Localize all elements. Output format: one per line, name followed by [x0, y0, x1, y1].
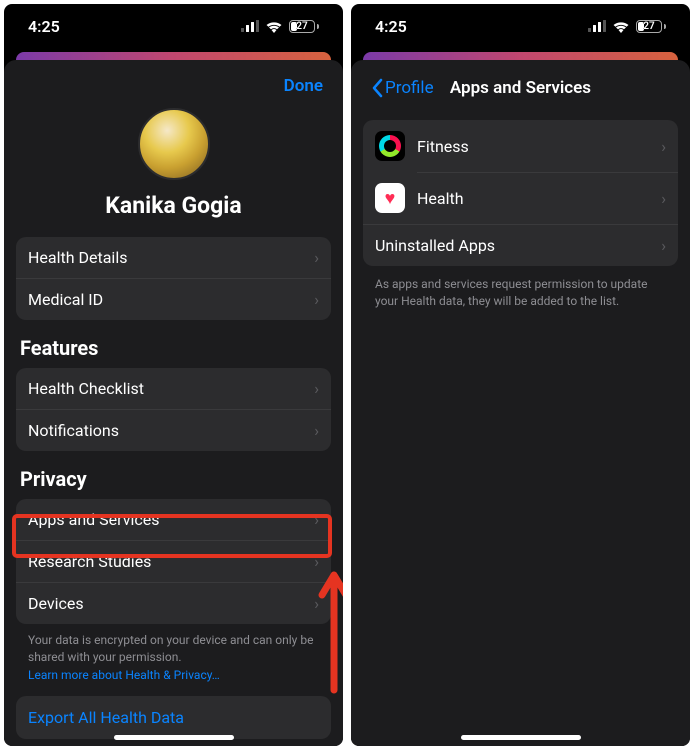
wifi-icon	[612, 20, 630, 33]
fitness-row[interactable]: Fitness ›	[363, 120, 678, 172]
chevron-right-icon: ›	[314, 552, 319, 571]
cellular-icon	[588, 20, 606, 32]
privacy-group: Apps and Services › Research Studies › D…	[16, 499, 331, 624]
health-app-icon: ♥	[375, 183, 405, 213]
apps-services-sheet: Profile Apps and Services Fitness › ♥ He…	[351, 60, 690, 746]
back-button[interactable]: Profile	[371, 78, 434, 98]
wifi-icon	[265, 20, 283, 33]
row-label: Research Studies	[28, 552, 314, 571]
export-health-data-row[interactable]: Export All Health Data	[16, 696, 331, 739]
privacy-learn-more-link[interactable]: Learn more about Health & Privacy…	[16, 668, 331, 696]
home-indicator[interactable]	[114, 735, 234, 740]
row-label: Health Checklist	[28, 379, 314, 398]
apps-footer-text: As apps and services request permission …	[363, 266, 678, 312]
profile-sheet: Done Kanika Gogia Health Details › Medic…	[4, 60, 343, 746]
user-name: Kanika Gogia	[16, 192, 331, 237]
medical-id-row[interactable]: Medical ID ›	[16, 278, 331, 320]
background-accent	[16, 52, 331, 60]
battery-icon: 27	[289, 20, 319, 33]
research-studies-row[interactable]: Research Studies ›	[16, 540, 331, 582]
profile-info-group: Health Details › Medical ID ›	[16, 237, 331, 320]
done-button[interactable]: Done	[284, 76, 323, 96]
health-row[interactable]: ♥ Health ›	[363, 172, 678, 224]
status-bar: 4:25 27	[4, 4, 343, 48]
privacy-header: Privacy	[16, 451, 331, 499]
status-icons: 27	[241, 20, 319, 33]
apps-list-group: Fitness › ♥ Health › Uninstalled Apps ›	[363, 120, 678, 266]
background-accent	[363, 52, 678, 60]
chevron-right-icon: ›	[314, 379, 319, 398]
phone-left: 4:25 27 Done Kanika Gogia	[4, 4, 343, 746]
row-label: Medical ID	[28, 290, 314, 309]
status-bar: 4:25 27	[351, 4, 690, 48]
features-group: Health Checklist › Notifications ›	[16, 368, 331, 451]
row-label: Fitness	[417, 137, 661, 156]
chevron-right-icon: ›	[661, 189, 666, 208]
row-label: Apps and Services	[28, 510, 314, 529]
row-label: Uninstalled Apps	[375, 236, 661, 255]
fitness-app-icon	[375, 131, 405, 161]
row-label: Export All Health Data	[28, 708, 184, 727]
battery-icon: 27	[636, 20, 666, 33]
chevron-right-icon: ›	[314, 290, 319, 309]
chevron-left-icon	[371, 78, 383, 98]
chevron-right-icon: ›	[314, 594, 319, 613]
chevron-right-icon: ›	[661, 137, 666, 156]
status-time: 4:25	[375, 17, 407, 36]
notifications-row[interactable]: Notifications ›	[16, 409, 331, 451]
heart-icon: ♥	[385, 188, 396, 209]
health-details-row[interactable]: Health Details ›	[16, 237, 331, 278]
apps-and-services-row[interactable]: Apps and Services ›	[16, 499, 331, 540]
chevron-right-icon: ›	[314, 510, 319, 529]
nav-bar: Profile Apps and Services	[363, 68, 678, 110]
status-icons: 27	[588, 20, 666, 33]
row-label: Devices	[28, 594, 314, 613]
chevron-right-icon: ›	[314, 421, 319, 440]
health-checklist-row[interactable]: Health Checklist ›	[16, 368, 331, 409]
privacy-footer-text: Your data is encrypted on your device an…	[16, 624, 331, 668]
row-label: Health	[417, 189, 661, 208]
features-header: Features	[16, 320, 331, 368]
avatar[interactable]	[138, 108, 210, 180]
home-indicator[interactable]	[461, 735, 581, 740]
uninstalled-apps-row[interactable]: Uninstalled Apps ›	[363, 224, 678, 266]
phone-right: 4:25 27 Profile Apps and Services	[351, 4, 690, 746]
row-label: Notifications	[28, 421, 314, 440]
row-label: Health Details	[28, 248, 314, 267]
status-time: 4:25	[28, 17, 60, 36]
chevron-right-icon: ›	[314, 248, 319, 267]
chevron-right-icon: ›	[661, 236, 666, 255]
back-label: Profile	[385, 78, 434, 98]
cellular-icon	[241, 20, 259, 32]
devices-row[interactable]: Devices ›	[16, 582, 331, 624]
